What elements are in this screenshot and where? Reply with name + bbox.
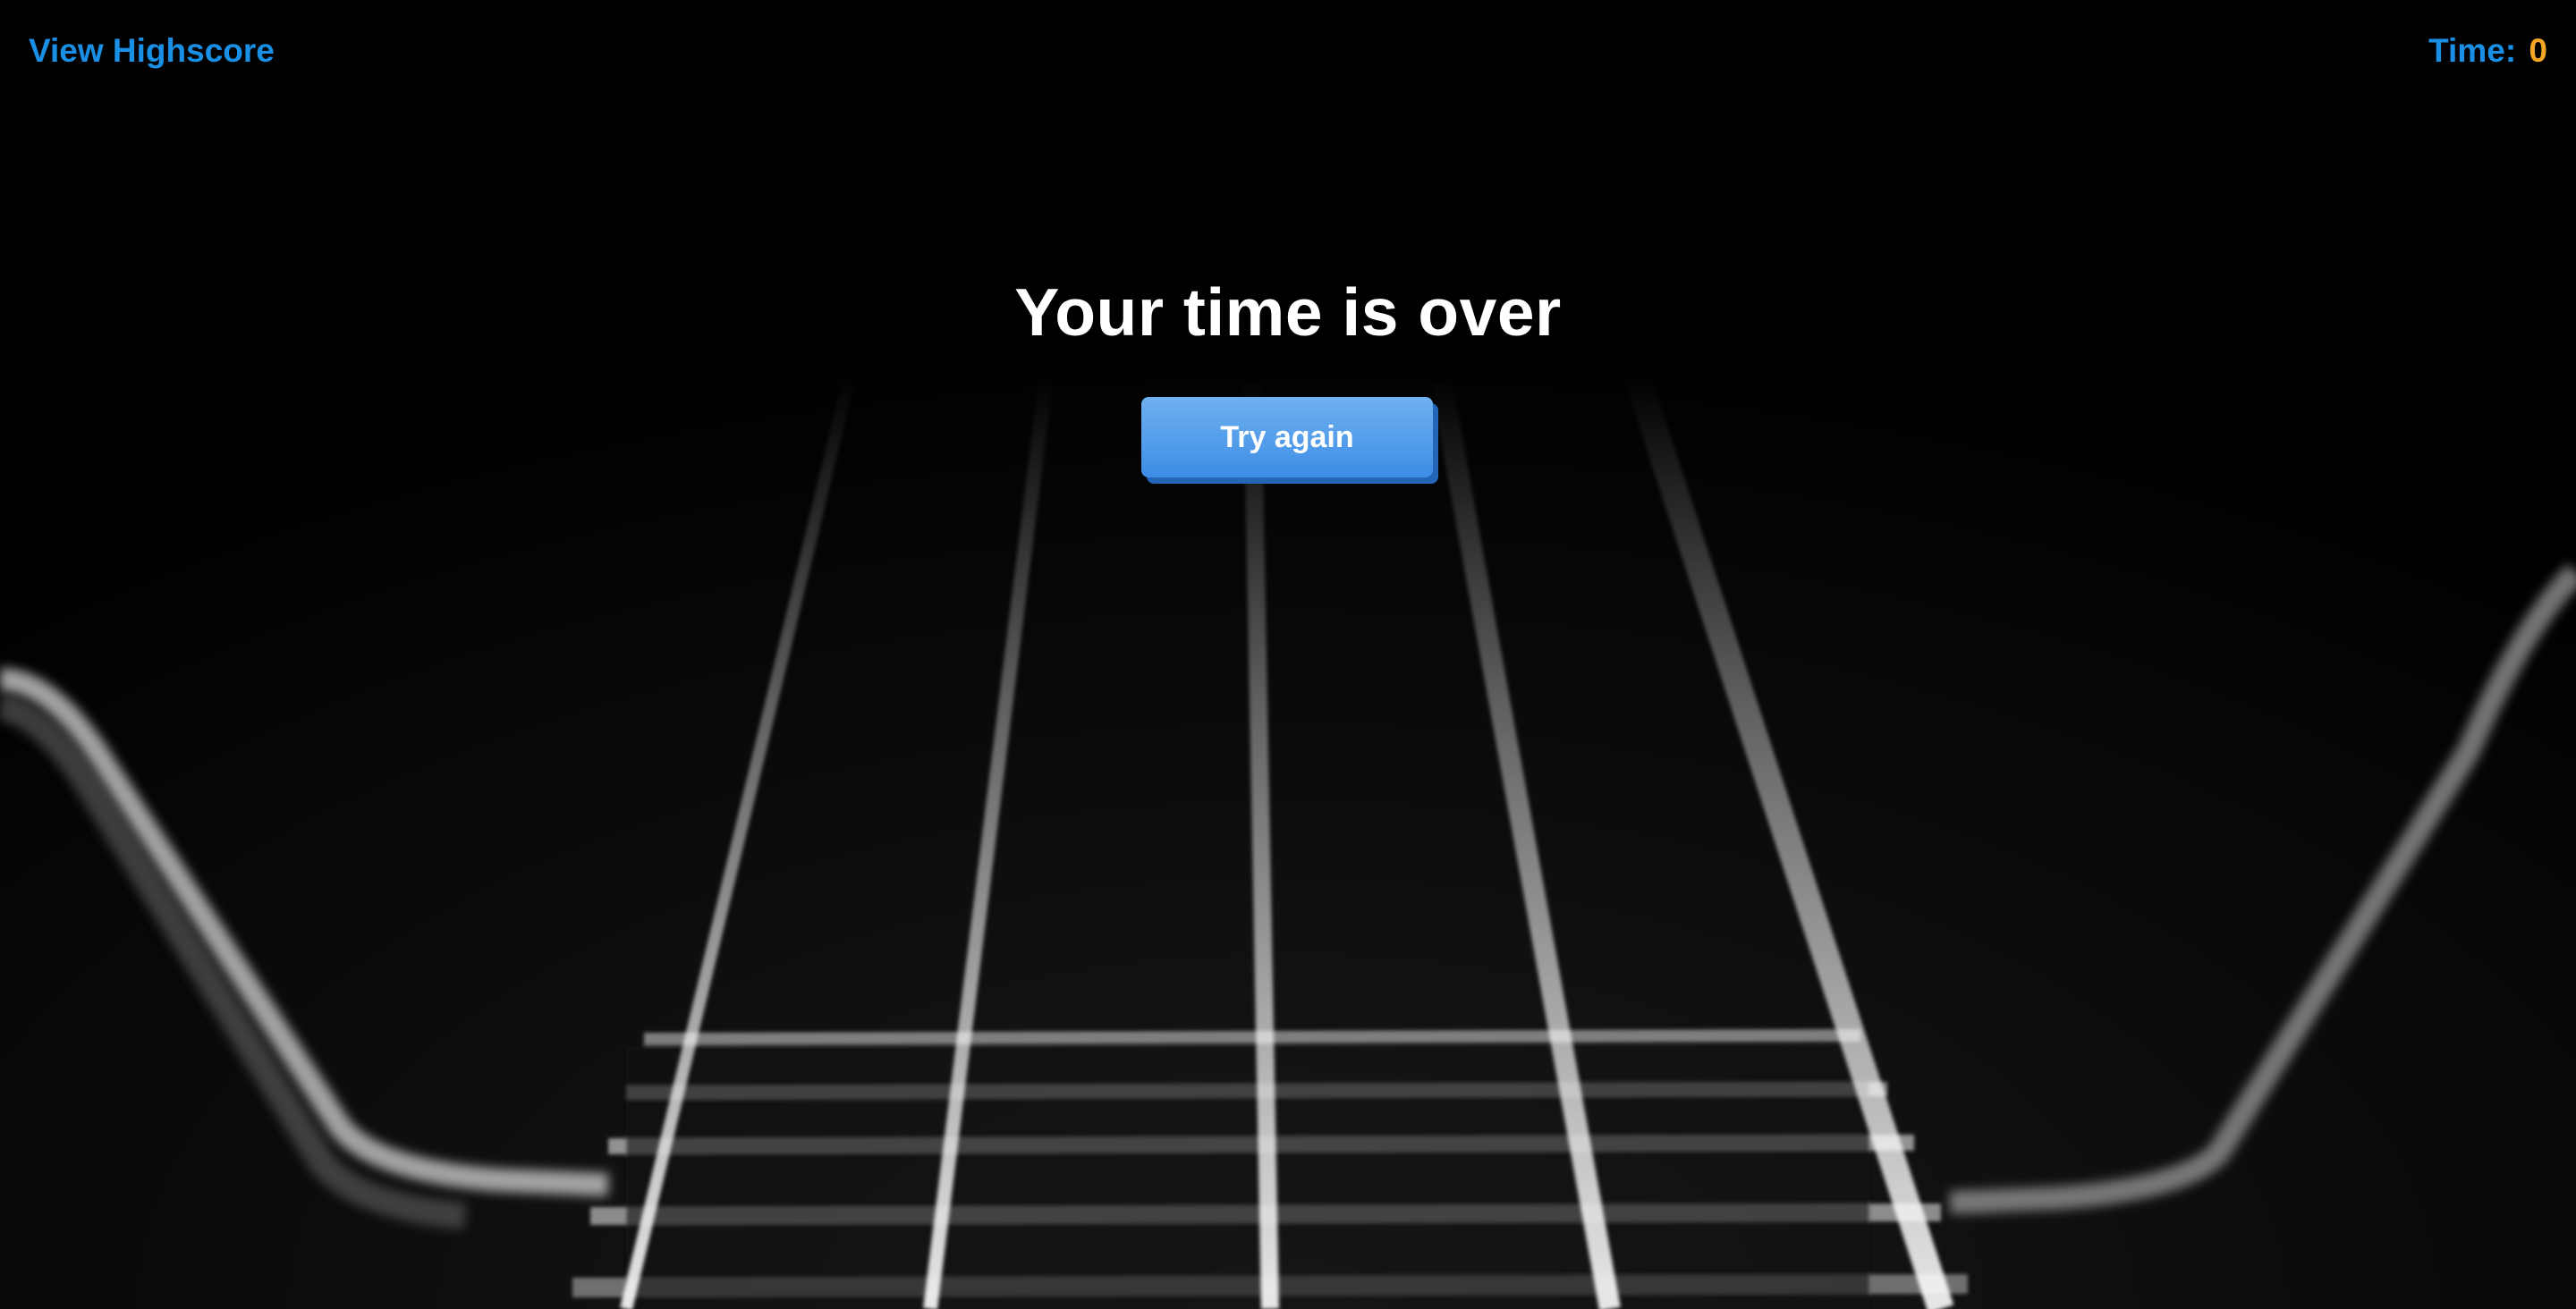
game-over-title: Your time is over <box>1014 274 1562 350</box>
timer: Time: 0 <box>2428 32 2547 70</box>
timer-value: 0 <box>2529 32 2547 69</box>
game-screen: View Highscore Time: 0 Your time is over… <box>0 0 2576 1309</box>
try-again-button[interactable]: Try again <box>1141 397 1433 477</box>
view-highscore-link[interactable]: View Highscore <box>29 32 275 70</box>
timer-label: Time: <box>2428 32 2517 69</box>
guitar-strings-background <box>0 0 2576 1309</box>
